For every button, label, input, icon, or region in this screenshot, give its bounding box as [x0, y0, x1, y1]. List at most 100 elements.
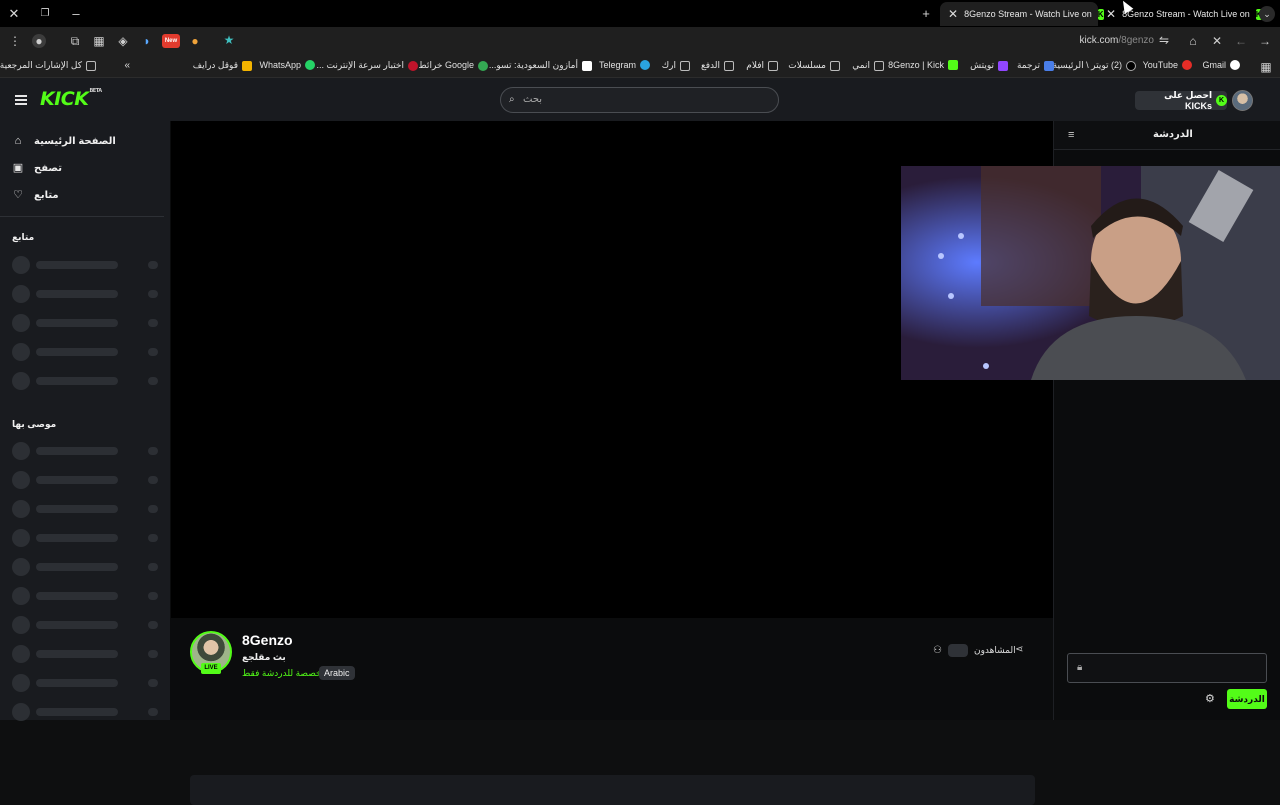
chat-send-button[interactable]: الدردشة — [1227, 689, 1267, 709]
following-skeleton-item — [12, 285, 162, 303]
recommended-skeleton-item — [12, 645, 162, 663]
extension-wave-icon[interactable]: ◗ — [140, 34, 154, 48]
tab-close-icon[interactable]: ✕ — [1106, 7, 1116, 21]
get-kicks-button[interactable]: K احصل على KICKs — [1135, 90, 1227, 111]
bookmark-kick[interactable]: 8Genzo | Kick — [888, 60, 958, 70]
collapse-chat-icon[interactable]: ≡ — [1068, 129, 1074, 141]
browse-icon: ▣ — [12, 162, 24, 174]
folder-icon — [830, 60, 840, 71]
kicks-coin-icon: K — [1216, 95, 1227, 106]
chat-settings-icon[interactable]: ⚙ — [1205, 692, 1215, 705]
profile-icon[interactable]: ● — [32, 34, 46, 48]
tab-search-icon[interactable]: ⌄ — [1259, 6, 1275, 22]
heart-icon: ♡ — [13, 189, 23, 201]
chat-input[interactable]: 🔒︎ — [1067, 653, 1267, 683]
back-icon[interactable]: ← — [1234, 34, 1248, 48]
chat-header: ≡ الدردشة — [1054, 121, 1280, 150]
bookmark-folder-payment[interactable]: الدفع — [701, 60, 734, 71]
bookmark-speedtest[interactable]: اختبار سرعة الإنترنت ... — [317, 60, 418, 71]
whatsapp-icon — [305, 60, 315, 70]
new-tab-button[interactable]: + — [918, 6, 934, 22]
chat-only-label: مخصصة للدردشة فقط — [242, 668, 327, 678]
menu-dots-icon[interactable]: ⋮ — [8, 34, 22, 48]
sidebar-item-browse[interactable]: ▣ تصفح — [12, 160, 62, 176]
bookmark-folder-movies[interactable]: افلام — [746, 60, 778, 71]
top-navigation: KICKBETA ⌕ بحث K احصل على KICKs — [0, 78, 1280, 121]
recommended-skeleton-item — [12, 703, 162, 721]
folder-icon — [768, 60, 778, 71]
search-input[interactable]: ⌕ بحث — [500, 87, 779, 113]
streamer-name[interactable]: 8Genzo — [242, 632, 293, 648]
url-text: kick.com/8genzo — [1079, 35, 1155, 46]
recommended-heading: موصى بها — [12, 419, 57, 429]
bookmark-whatsapp[interactable]: WhatsApp — [259, 60, 315, 70]
bookmark-google-maps[interactable]: Google خرائط — [418, 60, 488, 71]
bookmark-twitter[interactable]: (2) تويتر \ الرئيسية — [1053, 60, 1136, 71]
bookmark-folder-anime[interactable]: انمي — [852, 60, 884, 71]
new-extension-badge[interactable]: New — [162, 34, 180, 48]
home-icon[interactable]: ⌂ — [1186, 34, 1200, 48]
minimize-window-icon[interactable]: – — [68, 6, 84, 22]
bookmark-telegram[interactable]: Telegram — [599, 60, 650, 70]
viewers-count-placeholder — [947, 644, 968, 657]
bookmark-folder-series[interactable]: مسلسلات — [788, 60, 840, 71]
sidebar-item-home[interactable]: ⌂ الصفحة الرئيسية — [12, 133, 116, 149]
recommended-skeleton-item — [12, 529, 162, 547]
about-section — [190, 775, 1035, 805]
recommended-skeleton-item — [12, 471, 162, 489]
live-badge: LIVE — [201, 663, 221, 674]
bookmark-twitch[interactable]: تويتش — [970, 60, 1008, 71]
bookmark-translate[interactable]: ترجمة — [1017, 60, 1054, 71]
chat-title: الدردشة — [1153, 129, 1193, 140]
viewers-count: المشاهدون ⚇ — [933, 644, 1016, 657]
maps-icon — [478, 60, 488, 71]
bookmarks-bar: ▦ Gmail YouTube (2) تويتر \ الرئيسية ترج… — [0, 56, 1280, 78]
viewers-icon: ⚇ — [933, 645, 942, 656]
lock-icon: 🔒︎ — [1077, 662, 1083, 673]
bookmark-star-icon[interactable]: ★ — [222, 33, 236, 47]
sidebar-item-following[interactable]: ♡ متابع — [12, 187, 59, 203]
webcam-overlay — [901, 166, 1280, 380]
bookmark-google-drive[interactable]: قوقل درايف — [193, 60, 252, 71]
tab-close-icon[interactable]: ✕ — [948, 7, 958, 21]
folder-icon — [680, 60, 690, 71]
language-tag[interactable]: Arabic — [319, 666, 355, 680]
kick-logo[interactable]: KICKBETA — [40, 88, 102, 110]
speedtest-icon — [408, 60, 418, 71]
twitch-icon — [998, 60, 1008, 71]
search-icon: ⌕ — [509, 94, 515, 105]
restore-window-icon[interactable]: ❐ — [37, 6, 53, 22]
more-bookmarks-icon[interactable]: » — [124, 60, 130, 71]
extensions-icon[interactable]: ⧉ — [68, 34, 82, 48]
bookmark-gmail[interactable]: Gmail — [1202, 60, 1240, 70]
extension-grid-icon[interactable]: ▦ — [92, 34, 106, 48]
close-window-icon[interactable]: ✕ — [6, 6, 22, 22]
hamburger-menu-icon[interactable] — [15, 95, 27, 105]
following-heading: متابع — [12, 232, 35, 242]
forward-icon[interactable]: → — [1258, 34, 1272, 48]
following-skeleton-item — [12, 343, 162, 361]
bookmark-youtube[interactable]: YouTube — [1143, 60, 1192, 70]
following-skeleton-item — [12, 314, 162, 332]
stop-loading-icon[interactable]: ✕ — [1210, 34, 1224, 48]
viewers-label: المشاهدون — [973, 645, 1016, 655]
home-icon: ⌂ — [14, 135, 22, 147]
user-avatar[interactable] — [1232, 90, 1253, 111]
site-settings-icon[interactable]: ⇋ — [1157, 33, 1171, 47]
folder-icon — [724, 60, 734, 71]
bookmark-all-bookmarks[interactable]: كل الإشارات المرجعية — [0, 60, 96, 71]
extension-orange-icon[interactable]: ● — [188, 34, 202, 48]
bookmark-amazon[interactable]: أمازون السعودية: تسو... — [489, 60, 592, 71]
folder-icon — [86, 60, 96, 71]
address-bar[interactable]: ★ kick.com/8genzo ⇋ — [214, 30, 1180, 53]
telegram-icon — [640, 60, 650, 70]
apps-grid-icon[interactable]: ▦ — [1259, 60, 1273, 74]
share-icon[interactable]: ⋖ — [1015, 644, 1023, 655]
extension-shield-icon[interactable]: ◈ — [116, 34, 130, 48]
bookmark-folder-ark[interactable]: ارك — [662, 60, 690, 71]
following-skeleton-item — [12, 372, 162, 390]
sidebar-divider — [0, 216, 164, 217]
recommended-skeleton-item — [12, 616, 162, 634]
tab-title: 8Genzo Stream - Watch Live on — [964, 9, 1092, 19]
tab-active[interactable]: ✕ 8Genzo Stream - Watch Live on K — [940, 2, 1104, 26]
